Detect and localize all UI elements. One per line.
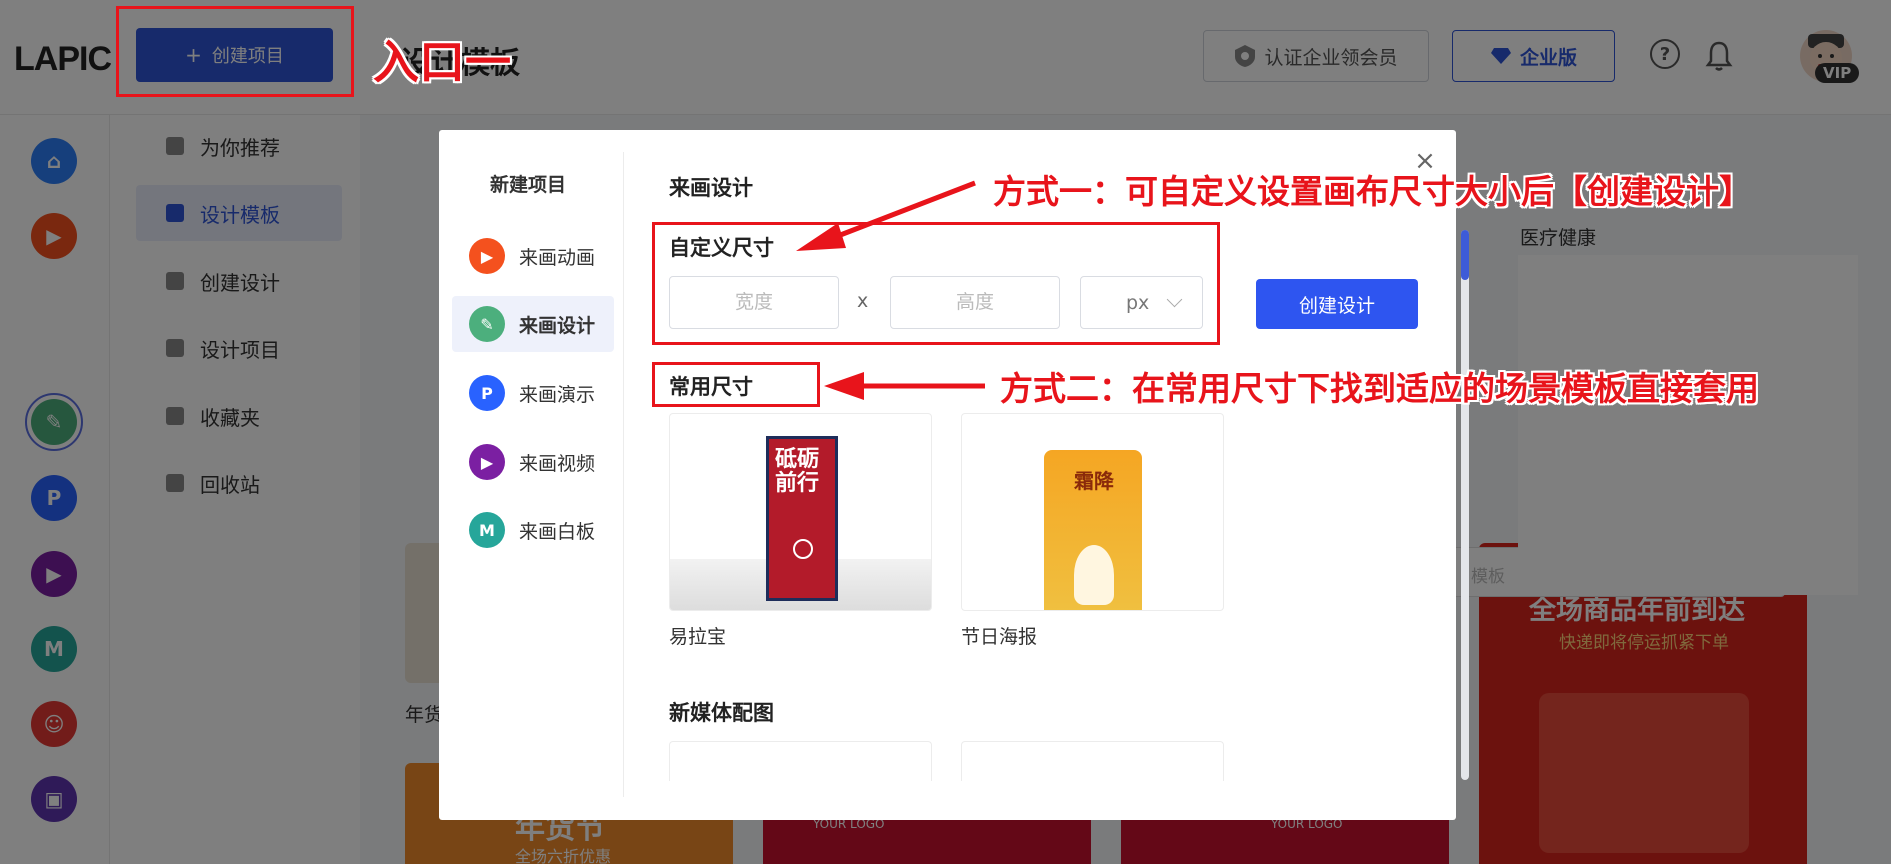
modal-item-label: 来画演示 (519, 383, 596, 406)
whiteboard-icon: M (469, 512, 505, 548)
new-media-title: 新媒体配图 (669, 701, 774, 725)
arrow-circle-icon (793, 539, 813, 559)
annotation-way2: 方式二：在常用尺寸下找到适应的场景模板直接套用 (1000, 369, 1759, 408)
rollup-art-text: 砥砺前行 (775, 446, 820, 496)
modal-item-label: 来画动画 (519, 246, 596, 269)
annotation-box-custom-size (652, 222, 1220, 345)
animation-icon: ▶ (469, 238, 505, 274)
content-title: 来画设计 (669, 176, 753, 200)
video-icon: ▶ (469, 444, 505, 480)
modal-sidebar-title: 新建项目 (490, 174, 567, 196)
modal-item-animation[interactable]: ▶ 来画动画 (452, 228, 614, 284)
modal-scrollbar[interactable] (1461, 230, 1469, 780)
template-thumb-media-2[interactable] (961, 741, 1224, 781)
presentation-icon: P (469, 375, 505, 411)
template-thumb-rollup[interactable]: 砥砺前行 (669, 413, 932, 611)
template-thumb-poster[interactable]: 霜降 (961, 413, 1224, 611)
poster-art-text: 霜降 (1074, 469, 1114, 493)
template-label-poster: 节日海报 (961, 626, 1038, 648)
rollup-banner: 砥砺前行 (766, 436, 838, 601)
create-design-button[interactable]: 创建设计 (1256, 279, 1418, 329)
poster-figure (1074, 545, 1114, 605)
modal-item-video[interactable]: ▶ 来画视频 (452, 434, 614, 490)
modal-item-label: 来画设计 (519, 314, 596, 337)
template-label-rollup: 易拉宝 (669, 626, 727, 648)
modal-item-label: 来画视频 (519, 452, 596, 475)
template-thumb-media-1[interactable] (669, 741, 932, 781)
annotation-entry: 入口一 (373, 35, 511, 89)
poster-art: 霜降 (1044, 450, 1142, 610)
annotation-box-common-size (652, 362, 820, 407)
modal-item-presentation[interactable]: P 来画演示 (452, 365, 614, 421)
modal-item-design[interactable]: ✎ 来画设计 (452, 296, 614, 352)
annotation-box-entry (116, 6, 354, 97)
design-icon: ✎ (469, 306, 505, 342)
modal-item-whiteboard[interactable]: M 来画白板 (452, 502, 614, 558)
scrollbar-thumb[interactable] (1461, 230, 1469, 280)
modal-item-label: 来画白板 (519, 520, 596, 543)
annotation-way1: 方式一：可自定义设置画布尺寸大小后【创建设计】 (993, 172, 1752, 211)
